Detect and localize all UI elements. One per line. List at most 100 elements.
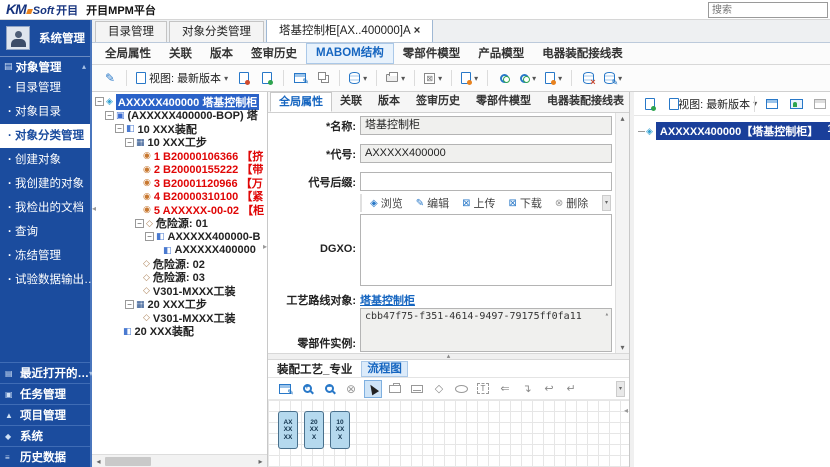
tab-approval-history[interactable]: 签审历史 bbox=[242, 43, 306, 65]
name-input[interactable]: 塔基控制柜 bbox=[360, 116, 612, 135]
route-object-link[interactable]: 塔基控制柜 bbox=[360, 292, 415, 308]
panel-collapse-arrow-icon[interactable]: ◂ bbox=[624, 406, 628, 415]
flow-delete-button[interactable]: ⊗ bbox=[342, 380, 360, 398]
tab-electrical-wiring-detail[interactable]: 电器装配接线表 bbox=[539, 92, 632, 112]
sidebar-group-recently-opened[interactable]: ▤ 最近打开的… ▾ bbox=[0, 362, 90, 383]
tab-product-model[interactable]: 产品模型 bbox=[469, 43, 533, 65]
flow-node[interactable]: AX XX XX bbox=[278, 411, 298, 449]
collapse-arrow-icon[interactable]: ▴ bbox=[82, 62, 86, 71]
mini-scrollbar[interactable]: ▾ bbox=[616, 381, 625, 397]
structure-tree-row[interactable]: ◈ AXXXXX400000【塔基控制柜】 1 bbox=[638, 122, 830, 140]
tab-part-model[interactable]: 零部件模型 bbox=[394, 43, 470, 65]
flowchart-canvas[interactable]: AX XX XX 20 XX X 10 XX X bbox=[268, 400, 629, 467]
delete-button[interactable]: ⊗删除 bbox=[555, 195, 588, 211]
flow-node[interactable]: 20 XX X bbox=[304, 411, 324, 449]
database-button[interactable]: ▾ bbox=[346, 68, 370, 88]
horizontal-scrollbar[interactable]: ◂ ▸ bbox=[92, 454, 267, 467]
expander-icon[interactable]: − bbox=[105, 111, 114, 120]
tab-catalog-mgmt[interactable]: 目录管理 bbox=[95, 21, 167, 42]
ellipse-shape-button[interactable] bbox=[452, 380, 470, 398]
tab-versions[interactable]: 版本 bbox=[201, 43, 242, 65]
tab-relations[interactable]: 关联 bbox=[160, 43, 201, 65]
new-document-button[interactable]: ▾ bbox=[542, 68, 565, 88]
tab-versions-detail[interactable]: 版本 bbox=[370, 92, 408, 112]
user-avatar[interactable] bbox=[6, 26, 30, 50]
image-export-button[interactable] bbox=[786, 94, 806, 114]
connector-return-button[interactable]: ↩ bbox=[540, 380, 558, 398]
package-button[interactable]: ⊠▾ bbox=[421, 68, 445, 88]
expander-icon[interactable]: − bbox=[115, 124, 124, 133]
expander-icon[interactable]: − bbox=[145, 232, 154, 241]
sidebar-item-query[interactable]: 查询 bbox=[0, 220, 90, 244]
table-view-button[interactable] bbox=[762, 94, 782, 114]
export-document-button[interactable]: ▾ bbox=[458, 68, 481, 88]
tab-part-model-detail[interactable]: 零部件模型 bbox=[468, 92, 539, 112]
decision-shape-button[interactable]: ◇ bbox=[430, 380, 448, 398]
zoom-out-button[interactable]: − bbox=[320, 380, 338, 398]
select-cursor-button[interactable] bbox=[364, 380, 382, 398]
dgxo-textarea[interactable] bbox=[360, 214, 612, 286]
sidebar-item-freeze-mgmt[interactable]: 冻结管理 bbox=[0, 244, 90, 268]
tab-relations-detail[interactable]: 关联 bbox=[332, 92, 370, 112]
panel-expand-arrow-icon[interactable]: ▸ bbox=[263, 242, 267, 251]
expander-icon[interactable]: − bbox=[125, 300, 134, 309]
expander-icon[interactable]: − bbox=[95, 97, 104, 106]
mini-scrollbar[interactable]: ▾ bbox=[602, 195, 611, 211]
database-edit-button[interactable]: ▾ bbox=[601, 68, 625, 88]
scrollbar-thumb[interactable] bbox=[105, 457, 151, 466]
sidebar-group-system[interactable]: ◆ 系统 bbox=[0, 425, 90, 446]
upload-button[interactable]: ⊠上传 bbox=[462, 195, 495, 211]
close-tab-icon[interactable]: × bbox=[414, 25, 421, 37]
part-instance-textarea[interactable]: cbb47f75-f351-4614-9497-79175ff0fa11 ▴ bbox=[360, 308, 612, 352]
expander-icon[interactable]: − bbox=[135, 219, 144, 228]
tab-mabom-structure[interactable]: MABOM结构 bbox=[306, 43, 394, 64]
tab-electrical-wiring-table[interactable]: 电器装配接线表 bbox=[533, 43, 632, 65]
edit-table-button[interactable] bbox=[290, 68, 310, 88]
browse-button[interactable]: ◈浏览 bbox=[370, 195, 403, 211]
vertical-scrollbar[interactable]: ▴ ▾ bbox=[615, 113, 629, 353]
tree-row[interactable]: ◧ 20 XXX装配 bbox=[92, 325, 267, 339]
sidebar-item-test-data-output[interactable]: 试验数据输出… bbox=[0, 268, 90, 292]
code-suffix-input[interactable] bbox=[360, 172, 612, 191]
tree-row[interactable]: − ◧ AXXXXX400000-B bbox=[92, 230, 267, 244]
connector-corner-button[interactable]: ↴ bbox=[518, 380, 536, 398]
text-tool-button[interactable]: T bbox=[474, 380, 492, 398]
sidebar-section-object-management[interactable]: ▤ 对象管理 ▴ bbox=[0, 56, 90, 76]
search-document-button[interactable] bbox=[494, 68, 514, 88]
sidebar-item-catalog-mgmt[interactable]: 目录管理 bbox=[0, 76, 90, 100]
search-structure-button[interactable]: ▾ bbox=[517, 68, 539, 88]
connector-left-button[interactable]: ⇐ bbox=[496, 380, 514, 398]
checkin-document-button[interactable] bbox=[257, 68, 277, 88]
sidebar-item-object-classification[interactable]: 对象分类管理 bbox=[0, 124, 90, 148]
sidebar-group-task-mgmt[interactable]: ▣ 任务管理 bbox=[0, 383, 90, 404]
tab-global-attributes[interactable]: 全局属性 bbox=[96, 43, 160, 65]
tab-tower-base-cabinet[interactable]: 塔基控制柜[AX..400000]A× bbox=[266, 19, 433, 42]
structure-view-selector[interactable]: 视图: 最新版本 ▾ bbox=[688, 94, 747, 114]
horizontal-splitter[interactable]: ▴ bbox=[268, 353, 629, 360]
tab-approval-history-detail[interactable]: 签审历史 bbox=[408, 92, 468, 112]
tab-object-classification[interactable]: 对象分类管理 bbox=[169, 21, 264, 42]
tab-global-attributes-detail[interactable]: 全局属性 bbox=[270, 92, 332, 112]
scroll-left-icon[interactable]: ◂ bbox=[92, 457, 105, 466]
scroll-right-icon[interactable]: ▸ bbox=[254, 457, 267, 466]
database-delete-button[interactable] bbox=[578, 68, 598, 88]
sidebar-group-history-data[interactable]: ≡ 历史数据 bbox=[0, 446, 90, 467]
tab-flowchart[interactable]: 流程图 bbox=[361, 361, 408, 377]
edit-button[interactable]: ✎ bbox=[100, 68, 120, 88]
edit-file-button[interactable]: ✎编辑 bbox=[416, 195, 449, 211]
tab-assembly-process[interactable]: 装配工艺_专业 bbox=[272, 361, 357, 377]
download-button[interactable]: ⊠下载 bbox=[508, 195, 541, 211]
print-button[interactable]: ▾ bbox=[383, 68, 408, 88]
process-shape-button[interactable] bbox=[386, 380, 404, 398]
connector-enter-button[interactable]: ↵ bbox=[562, 380, 580, 398]
tree-row[interactable]: − ◇ 危险源: 01 bbox=[92, 217, 267, 231]
sidebar-group-project-mgmt[interactable]: ▲ 项目管理 bbox=[0, 404, 90, 425]
selected-structure-item[interactable]: AXXXXX400000【塔基控制柜】 1 bbox=[656, 122, 830, 140]
code-input[interactable]: AXXXXX400000 bbox=[360, 144, 612, 163]
sidebar-item-my-checked-out-docs[interactable]: 我检出的文档 bbox=[0, 196, 90, 220]
checkout-document-button[interactable] bbox=[234, 68, 254, 88]
flow-node[interactable]: 10 XX X bbox=[330, 411, 350, 449]
panel-collapse-arrow-icon[interactable]: ◂ bbox=[92, 204, 96, 213]
scroll-up-icon[interactable]: ▴ bbox=[605, 310, 609, 318]
expander-icon[interactable]: − bbox=[125, 138, 134, 147]
